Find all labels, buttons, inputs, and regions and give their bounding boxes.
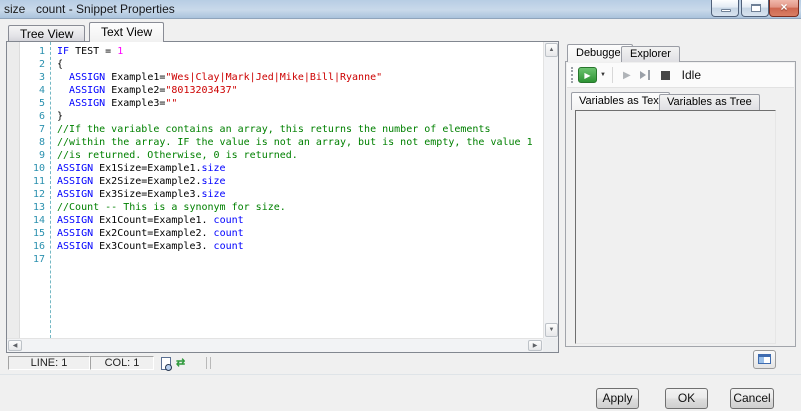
scroll-down-button[interactable]: ▼ — [545, 323, 558, 337]
line-number: 2 — [7, 58, 45, 71]
maximize-button[interactable] — [741, 0, 769, 17]
apply-button[interactable]: Apply — [596, 388, 639, 409]
title-bar[interactable]: size count - Snippet Properties × — [0, 0, 801, 19]
code-lines[interactable]: 1IF TEST = 12{3 ASSIGN Example1="Wes|Cla… — [7, 45, 542, 266]
tab-tree-view[interactable]: Tree View — [8, 25, 85, 42]
run-dropdown-caret-icon[interactable]: ▼ — [600, 72, 606, 78]
statusbar-grip — [206, 357, 211, 369]
snippet-properties-window: size count - Snippet Properties × Tree V… — [0, 0, 801, 416]
code-line[interactable]: 1IF TEST = 1 — [7, 45, 542, 58]
code-line[interactable]: 15ASSIGN Ex2Count=Example2. count — [7, 227, 542, 240]
code-line[interactable]: 12ASSIGN Ex3Size=Example3.size — [7, 188, 542, 201]
close-icon: × — [770, 0, 798, 14]
code-line[interactable]: 13//Count -- This is a synonym for size. — [7, 201, 542, 214]
close-button[interactable]: × — [769, 0, 799, 17]
scroll-down-icon: ▼ — [549, 327, 555, 333]
scrollbar-corner — [543, 338, 558, 352]
tab-text-view[interactable]: Text View — [89, 22, 164, 42]
code-line[interactable]: 10ASSIGN Ex1Size=Example1.size — [7, 162, 542, 175]
code-line[interactable]: 6} — [7, 110, 542, 123]
editor-status-bar: LINE: 1 COL: 1 ⇄ — [6, 355, 559, 372]
step-over-icon — [640, 71, 646, 79]
scroll-left-button[interactable]: ◀ — [8, 340, 22, 351]
line-number: 9 — [7, 149, 45, 162]
run-button[interactable]: ▶ — [578, 67, 597, 83]
variables-panel[interactable] — [575, 110, 776, 344]
maximize-icon — [751, 4, 761, 12]
sync-icon[interactable]: ⇄ — [176, 357, 185, 369]
code-line[interactable]: 9//is returned. Otherwise, 0 is returned… — [7, 149, 542, 162]
scroll-up-icon: ▲ — [549, 47, 555, 53]
code-line[interactable]: 4 ASSIGN Example2="8013203437" — [7, 84, 542, 97]
line-number: 1 — [7, 45, 45, 58]
code-line[interactable]: 2{ — [7, 58, 542, 71]
window-title: count - Snippet Properties — [36, 2, 175, 16]
toolbar-grip — [571, 67, 573, 83]
line-number: 8 — [7, 136, 45, 149]
validate-script-icon[interactable] — [161, 357, 171, 370]
line-number: 10 — [7, 162, 45, 175]
scroll-up-button[interactable]: ▲ — [545, 43, 558, 57]
debugger-status: Idle — [682, 68, 701, 82]
scroll-right-icon: ▶ — [533, 343, 538, 349]
cancel-button[interactable]: Cancel — [730, 388, 774, 409]
play-button[interactable]: ▶ — [623, 70, 631, 81]
code-line[interactable]: 11ASSIGN Ex2Size=Example2.size — [7, 175, 542, 188]
debugger-toolbar: ▶ ▼ ▶ Idle — [567, 63, 794, 88]
line-number: 15 — [7, 227, 45, 240]
window-bottom-edge — [0, 411, 801, 416]
line-number: 5 — [7, 97, 45, 110]
code-line[interactable]: 5 ASSIGN Example3="" — [7, 97, 542, 110]
code-line[interactable]: 3 ASSIGN Example1="Wes|Clay|Mark|Jed|Mik… — [7, 71, 542, 84]
code-line[interactable]: 8//within the array. IF the value is not… — [7, 136, 542, 149]
line-number: 3 — [7, 71, 45, 84]
line-number: 16 — [7, 240, 45, 253]
layout-icon — [758, 354, 771, 364]
run-icon: ▶ — [584, 71, 590, 80]
code-line[interactable]: 16ASSIGN Ex3Count=Example3. count — [7, 240, 542, 253]
background-window-title: size — [4, 2, 25, 16]
line-number: 14 — [7, 214, 45, 227]
tab-explorer[interactable]: Explorer — [621, 46, 680, 62]
status-col-indicator: COL: 1 — [90, 356, 154, 370]
footer-divider — [0, 374, 801, 375]
line-number: 6 — [7, 110, 45, 123]
code-area[interactable]: 1IF TEST = 12{3 ASSIGN Example1="Wes|Cla… — [7, 42, 558, 338]
line-number: 13 — [7, 201, 45, 214]
stop-button[interactable] — [661, 71, 670, 80]
scroll-left-icon: ◀ — [13, 343, 18, 349]
horizontal-scrollbar[interactable]: ◀ ▶ — [7, 338, 543, 352]
line-number: 7 — [7, 123, 45, 136]
line-number: 12 — [7, 188, 45, 201]
ok-button[interactable]: OK — [665, 388, 708, 409]
code-line[interactable]: 14ASSIGN Ex1Count=Example1. count — [7, 214, 542, 227]
tab-variables-as-tree[interactable]: Variables as Tree — [659, 94, 760, 110]
code-editor[interactable]: 1IF TEST = 12{3 ASSIGN Example1="Wes|Cla… — [6, 41, 559, 353]
code-line[interactable]: 17 — [7, 253, 542, 266]
status-line-indicator: LINE: 1 — [8, 356, 90, 370]
scroll-right-button[interactable]: ▶ — [528, 340, 542, 351]
line-number: 4 — [7, 84, 45, 97]
minimize-button[interactable] — [711, 0, 739, 17]
toolbar-separator — [612, 67, 613, 83]
vertical-scrollbar[interactable]: ▲ ▼ — [543, 42, 558, 338]
minimize-icon — [721, 9, 731, 12]
line-number: 17 — [7, 253, 45, 266]
step-over-button[interactable] — [640, 70, 650, 80]
code-line[interactable]: 7//If the variable contains an array, th… — [7, 123, 542, 136]
tab-variables-as-text[interactable]: Variables as Text — [571, 92, 670, 110]
line-number: 11 — [7, 175, 45, 188]
layout-toggle-button[interactable] — [753, 350, 776, 369]
